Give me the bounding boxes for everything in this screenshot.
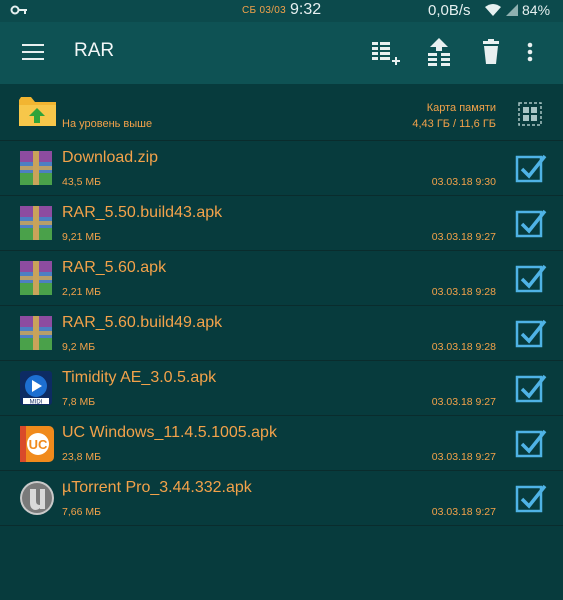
app-toolbar: RAR xyxy=(0,22,563,84)
archive-icon xyxy=(18,259,54,297)
battery-level: 84% xyxy=(522,2,551,18)
file-checkbox[interactable] xyxy=(515,153,547,183)
checkbox-checked-icon xyxy=(515,429,547,458)
menu-icon[interactable] xyxy=(22,44,44,62)
status-bar: СБ 03/03 9:32 0,0B/s 84% xyxy=(0,0,563,22)
file-row[interactable]: RAR_5.60.apk 2,21 МБ 03.03.18 9:28 xyxy=(0,251,563,306)
checkbox-checked-icon xyxy=(515,209,547,238)
file-size: 7,66 МБ xyxy=(62,506,101,518)
file-checkbox[interactable] xyxy=(515,263,547,293)
more-options-button[interactable] xyxy=(518,36,542,70)
file-size: 43,5 МБ xyxy=(62,176,101,188)
file-name: UC Windows_11.4.5.1005.apk xyxy=(62,424,277,441)
delete-icon xyxy=(483,39,499,64)
file-size: 9,21 МБ xyxy=(62,231,101,243)
parent-folder-label: На уровень выше xyxy=(62,118,153,130)
file-date: 03.03.18 9:27 xyxy=(431,506,496,518)
checkbox-checked-icon xyxy=(515,484,547,513)
delete-button[interactable] xyxy=(474,36,508,70)
file-size: 23,8 МБ xyxy=(62,451,101,463)
file-date: 03.03.18 9:27 xyxy=(431,396,496,408)
file-row[interactable]: RAR_5.60.build49.apk 9,2 МБ 03.03.18 9:2… xyxy=(0,306,563,361)
select-all-button[interactable] xyxy=(518,102,542,126)
vpn-key-icon xyxy=(10,3,28,20)
storage-usage: 4,43 ГБ / 11,6 ГБ xyxy=(412,118,496,130)
storage-label: Карта памяти xyxy=(426,102,496,114)
wifi-icon xyxy=(484,3,502,20)
file-date: 03.03.18 9:27 xyxy=(431,451,496,463)
file-name: Timidity AE_3.0.5.apk xyxy=(62,369,217,386)
status-time: 9:32 xyxy=(290,1,322,18)
more-icon xyxy=(527,42,533,62)
extract-button[interactable] xyxy=(422,36,456,70)
file-size: 7,8 МБ xyxy=(62,396,96,408)
archive-icon xyxy=(18,149,54,187)
file-list: На уровень выше Карта памяти 4,43 ГБ / 1… xyxy=(0,84,563,526)
file-size: 2,21 МБ xyxy=(62,286,101,298)
archive-icon xyxy=(18,314,54,352)
svg-text:UC: UC xyxy=(29,437,48,452)
archive-icon xyxy=(18,204,54,242)
file-size: 9,2 МБ xyxy=(62,341,96,353)
file-name: RAR_5.50.build43.apk xyxy=(62,204,223,221)
file-checkbox[interactable] xyxy=(515,373,547,403)
checkbox-checked-icon xyxy=(515,374,547,403)
file-row[interactable]: MIDI Timidity AE_3.0.5.apk 7,8 МБ 03.03.… xyxy=(0,361,563,416)
file-checkbox[interactable] xyxy=(515,208,547,238)
checkbox-checked-icon xyxy=(515,264,547,293)
utorrent-icon xyxy=(18,479,54,517)
grid-select-icon xyxy=(518,102,542,126)
file-row[interactable]: RAR_5.50.build43.apk 9,21 МБ 03.03.18 9:… xyxy=(0,196,563,251)
add-to-archive-button[interactable] xyxy=(370,36,404,70)
file-name: Download.zip xyxy=(62,149,159,166)
signal-icon xyxy=(505,3,519,20)
file-checkbox[interactable] xyxy=(515,428,547,458)
network-speed: 0,0B/s xyxy=(428,2,471,19)
file-date: 03.03.18 9:30 xyxy=(431,176,496,188)
add-to-archive-icon xyxy=(372,42,400,65)
file-row[interactable]: UC UC Windows_11.4.5.1005.apk 23,8 МБ 03… xyxy=(0,416,563,471)
uc-browser-icon: UC xyxy=(18,424,54,462)
file-checkbox[interactable] xyxy=(515,483,547,513)
file-name: RAR_5.60.build49.apk xyxy=(62,314,223,331)
file-name: µTorrent Pro_3.44.332.apk xyxy=(62,479,252,496)
folder-up-icon xyxy=(18,92,56,130)
file-checkbox[interactable] xyxy=(515,318,547,348)
extract-icon xyxy=(428,38,450,66)
file-date: 03.03.18 9:27 xyxy=(431,231,496,243)
parent-folder-row[interactable]: На уровень выше Карта памяти 4,43 ГБ / 1… xyxy=(0,84,563,141)
file-row[interactable]: µTorrent Pro_3.44.332.apk 7,66 МБ 03.03.… xyxy=(0,471,563,526)
file-name: RAR_5.60.apk xyxy=(62,259,167,276)
checkbox-checked-icon xyxy=(515,319,547,348)
svg-text:MIDI: MIDI xyxy=(30,400,43,406)
file-row[interactable]: Download.zip 43,5 МБ 03.03.18 9:30 xyxy=(0,141,563,196)
file-date: 03.03.18 9:28 xyxy=(431,341,496,353)
checkbox-checked-icon xyxy=(515,154,547,183)
app-title: RAR xyxy=(74,40,115,61)
file-date: 03.03.18 9:28 xyxy=(431,286,496,298)
midi-app-icon: MIDI xyxy=(18,369,54,407)
